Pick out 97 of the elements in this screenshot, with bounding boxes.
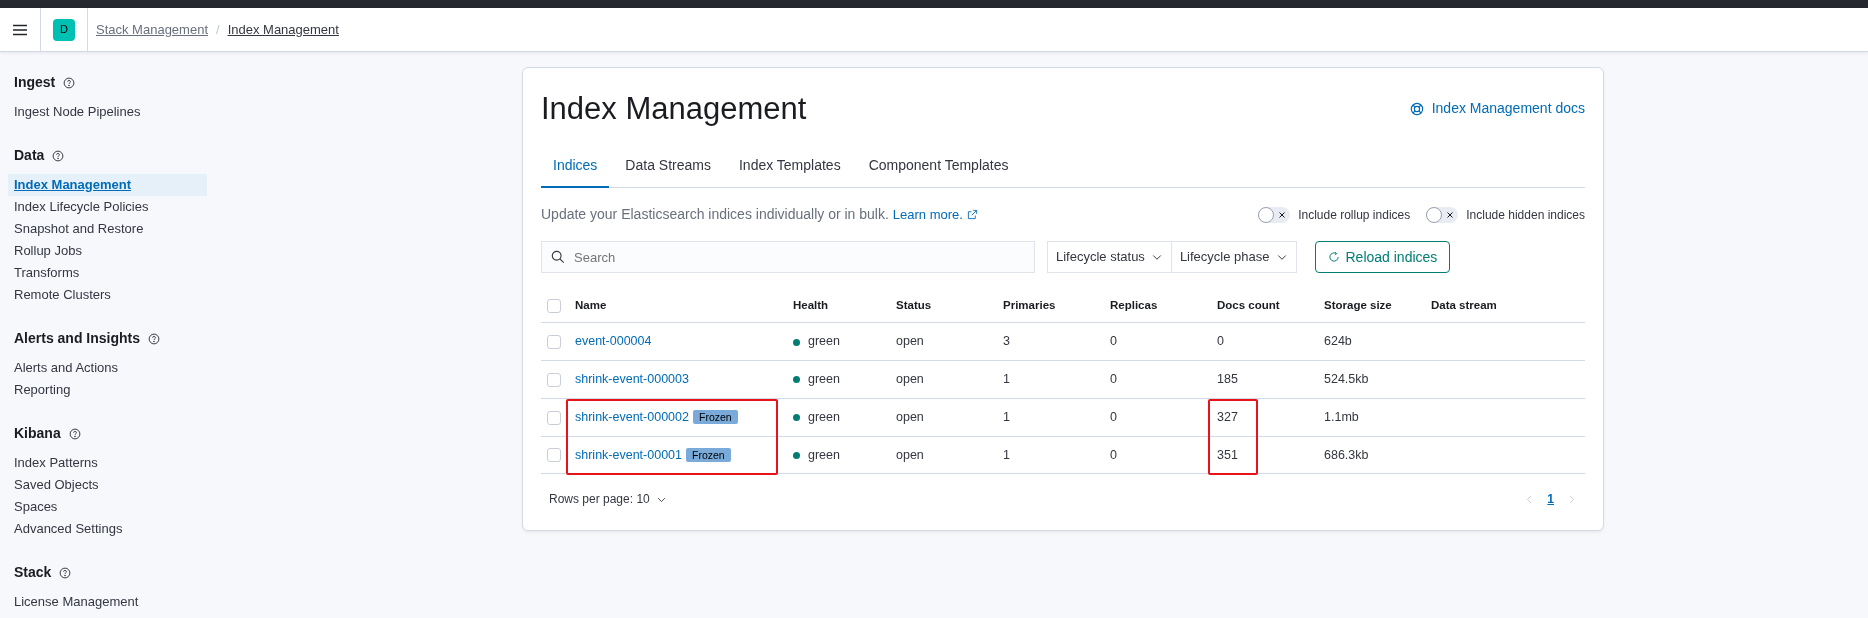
sidebar-item[interactable]: Transforms (8, 262, 207, 284)
sidebar-item[interactable]: Alerts and Actions (8, 357, 207, 379)
table-cell: 0 (1110, 447, 1117, 462)
table-cell: 1 (1003, 372, 1010, 387)
section-title: Ingest (14, 73, 56, 92)
table-cell: open (896, 372, 924, 387)
tab[interactable]: Component Templates (856, 147, 1021, 189)
row-checkbox[interactable] (547, 410, 561, 425)
column-header: Health (793, 299, 829, 312)
frozen-tag: Frozen (686, 447, 731, 462)
health-text: green (808, 409, 840, 424)
help-icon (148, 332, 161, 345)
description-text: Update your Elasticsearch indices individually or in bulk. (541, 205, 889, 225)
help-icon (63, 76, 76, 89)
section-title: Stack (14, 563, 52, 582)
search-field[interactable]: Search (541, 241, 1035, 274)
select-all-checkbox[interactable] (547, 299, 561, 314)
breadcrumb-link[interactable]: Index Management (227, 19, 339, 40)
tab[interactable]: Index Templates (726, 147, 853, 189)
table-cell: 1 (1003, 447, 1010, 462)
sidebar-item[interactable]: Saved Objects (8, 474, 207, 496)
health-text: green (808, 372, 840, 387)
health-dot (793, 338, 800, 346)
row-checkbox[interactable] (547, 448, 561, 463)
sidebar-item[interactable]: Spaces (8, 496, 207, 518)
health-dot (793, 451, 800, 459)
external-link-icon (966, 209, 978, 221)
table-cell: 1 (1003, 409, 1010, 424)
sidebar-item[interactable]: Index Management (8, 174, 207, 196)
column-header: Status (896, 299, 932, 312)
frozen-tag: Frozen (692, 409, 738, 424)
table-cell: 0 (1110, 372, 1117, 387)
sidebar-item[interactable]: Snapshot and Restore (8, 218, 207, 240)
tab[interactable]: Data Streams (613, 147, 723, 189)
docs-link[interactable]: Index Management docs (1409, 98, 1585, 120)
sidebar-item[interactable]: Remote Clusters (8, 284, 207, 306)
help-icon (68, 427, 81, 440)
cross-icon (1446, 210, 1455, 219)
table-cell: 0 (1110, 409, 1117, 424)
toggle-switch[interactable] (1426, 206, 1459, 223)
index-name-link[interactable]: shrink-event-000003 (575, 372, 689, 387)
cross-icon (1278, 210, 1287, 219)
lifebuoy-icon (1409, 101, 1424, 116)
toggle-switch[interactable] (1258, 206, 1291, 223)
table-cell: 185 (1217, 372, 1238, 387)
table-cell: 0 (1110, 334, 1117, 349)
refresh-icon (1327, 251, 1340, 264)
table-cell: 327 (1217, 409, 1238, 424)
page-title: Index Management (541, 90, 807, 128)
table-cell: open (896, 409, 924, 424)
sidebar-item[interactable]: Rollup Jobs (8, 240, 207, 262)
table-cell: 686.3kb (1324, 447, 1369, 462)
table-cell: 3 (1003, 334, 1010, 349)
page-number[interactable]: 1 (1543, 490, 1558, 509)
column-header: Replicas (1110, 299, 1158, 312)
table-cell: 1.1mb (1324, 409, 1359, 424)
rows-per-page-dropdown[interactable]: Rows per page: 10 (549, 490, 667, 509)
health-dot (793, 414, 800, 422)
space-avatar[interactable]: D (53, 18, 75, 41)
breadcrumb-separator: / (216, 20, 220, 39)
table-cell: 0 (1217, 334, 1224, 349)
toggle-label: Include rollup indices (1298, 206, 1411, 224)
row-checkbox[interactable] (547, 335, 561, 350)
column-header: Docs count (1217, 299, 1280, 312)
table-cell: open (896, 447, 924, 462)
table-cell: open (896, 334, 924, 349)
sidebar-item[interactable]: License Management (8, 591, 207, 613)
row-checkbox[interactable] (547, 372, 561, 387)
index-name-link[interactable]: shrink-event-000002 (575, 409, 689, 424)
learn-more-link[interactable]: Learn more. (892, 204, 978, 225)
index-name-link[interactable]: event-000004 (575, 334, 652, 349)
table-cell: 524.5kb (1324, 372, 1369, 387)
reload-button[interactable]: Reload indices (1314, 241, 1451, 274)
column-header: Storage size (1324, 299, 1392, 312)
sidebar-item[interactable]: Index Patterns (8, 452, 207, 474)
column-header: Primaries (1003, 299, 1056, 312)
health-dot (793, 376, 800, 384)
section-title: Alerts and Insights (14, 329, 141, 348)
breadcrumb-link[interactable]: Stack Management (96, 19, 208, 40)
table-cell: 351 (1217, 447, 1238, 462)
sidebar-item[interactable]: Reporting (8, 379, 207, 401)
section-title: Kibana (14, 424, 61, 443)
section-title: Data (14, 146, 45, 165)
sidebar-item[interactable]: Advanced Settings (8, 518, 207, 540)
health-text: green (808, 447, 840, 462)
toggle-label: Include hidden indices (1466, 206, 1585, 224)
table-cell: 624b (1324, 334, 1352, 349)
health-text: green (808, 334, 840, 349)
tab[interactable]: Indices (541, 147, 610, 189)
help-icon (59, 566, 72, 579)
column-header: Name (575, 299, 607, 312)
column-header: Data stream (1431, 299, 1497, 312)
index-name-link[interactable]: shrink-event-00001 (575, 447, 682, 462)
help-icon (52, 149, 65, 162)
sidebar-item[interactable]: Index Lifecycle Policies (8, 196, 207, 218)
sidebar-item[interactable]: Ingest Node Pipelines (8, 101, 207, 123)
search-icon (551, 250, 565, 265)
